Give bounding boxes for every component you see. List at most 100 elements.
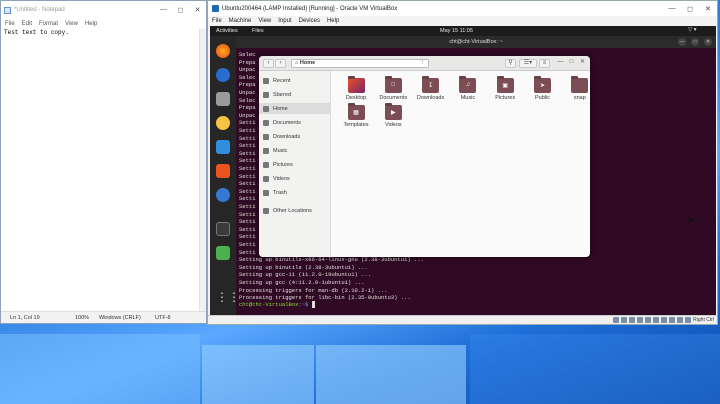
folder-templates[interactable]: ▦ Templates	[339, 103, 373, 128]
sidebar-item-home[interactable]: Home	[259, 103, 331, 114]
close-icon[interactable]: ✕	[699, 5, 717, 13]
notepad-window[interactable]: *Untitled - Notepad — ◻ ✕ File Edit Form…	[0, 0, 207, 324]
notepad-scrollbar[interactable]	[199, 29, 206, 311]
folder-music[interactable]: ♫ Music	[451, 76, 485, 101]
guest-screen[interactable]: Activities Files May 15 11:05 ▽ ▾ ⋮⋮⋮ ch…	[210, 26, 716, 315]
menu-edit[interactable]: Edit	[22, 21, 32, 27]
terminal-title-bar[interactable]: cht@cht-VirtualBox: ~ — □ ✕	[236, 36, 716, 48]
sidebar-item-pictures[interactable]: Pictures	[259, 159, 331, 170]
menu-machine[interactable]: Machine	[229, 18, 252, 24]
forward-button[interactable]: ›	[275, 59, 286, 68]
optical-icon[interactable]	[621, 317, 628, 323]
menu-devices[interactable]: Devices	[299, 18, 320, 24]
virtualbox-window[interactable]: Ubuntu200464 (LAMP Installed) [Running] …	[207, 0, 718, 325]
menu-help[interactable]: Help	[85, 21, 97, 27]
folder-downloads[interactable]: ↧ Downloads	[414, 76, 448, 101]
sidebar-item-label: Home	[273, 105, 288, 112]
activities-button[interactable]: Activities	[216, 28, 238, 34]
folder-videos[interactable]: ▶ Videos	[376, 103, 410, 128]
sidebar-item-label: Music	[273, 147, 288, 154]
mouse-integration-icon[interactable]	[685, 317, 692, 323]
menu-view[interactable]: View	[258, 18, 271, 24]
terminal-line: Setting up binutils-x86-64-linux-gnu (2.…	[239, 256, 424, 264]
folder-label: Public	[535, 95, 550, 101]
folder-public[interactable]: ➤ Public	[526, 76, 560, 101]
close-icon[interactable]: ✕	[704, 38, 712, 46]
hdd-icon[interactable]	[613, 317, 620, 323]
terminal-icon[interactable]	[216, 222, 230, 236]
minimize-icon[interactable]: —	[663, 5, 681, 13]
other-locations-icon	[263, 207, 269, 214]
path-bar[interactable]: ⌂ Home ⋮	[291, 59, 429, 68]
display-icon[interactable]	[661, 317, 668, 323]
menu-help[interactable]: Help	[327, 18, 339, 24]
minimize-icon[interactable]: —	[155, 6, 172, 14]
menu-icon[interactable]: ≡	[539, 59, 550, 68]
rhythmbox-icon[interactable]	[216, 116, 230, 130]
shared-folder-icon[interactable]	[653, 317, 660, 323]
menu-file[interactable]: File	[212, 18, 222, 24]
sidebar-item-starred[interactable]: Starred	[259, 89, 331, 100]
view-toggle-icon[interactable]: ☰▾	[519, 59, 537, 68]
terminal-line: Selec	[239, 73, 256, 81]
close-icon[interactable]: ✕	[577, 59, 588, 68]
thunderbird-icon[interactable]	[216, 68, 230, 82]
folder-documents[interactable]: □ Documents	[376, 76, 410, 101]
maximize-icon[interactable]: □	[566, 59, 577, 68]
audio-icon[interactable]	[629, 317, 636, 323]
clock[interactable]: May 15 11:05	[440, 28, 473, 34]
network-icon[interactable]	[637, 317, 644, 323]
search-icon[interactable]: ⚲	[505, 59, 516, 68]
sidebar-item-downloads[interactable]: Downloads	[259, 131, 331, 142]
folder-label: snap	[573, 95, 586, 101]
sidebar-item-recent[interactable]: Recent	[259, 75, 331, 86]
terminal-line: Selec	[239, 51, 256, 58]
path-label: Home	[299, 60, 316, 66]
minimize-icon[interactable]: —	[555, 59, 566, 68]
menu-format[interactable]: Format	[39, 21, 58, 27]
cursor-position: Ln 1, Col 19	[10, 315, 40, 321]
sidebar-item-videos[interactable]: Videos	[259, 173, 331, 184]
files-window[interactable]: ‹ › ⌂ Home ⋮ ⚲ ☰▾ ≡ — □ ✕ Recent Starred Ho…	[259, 56, 590, 257]
recording-icon[interactable]	[669, 317, 676, 323]
app-menu[interactable]: Files	[252, 28, 264, 34]
menu-file[interactable]: File	[5, 21, 15, 27]
folder-desktop[interactable]: Desktop	[339, 76, 373, 101]
sidebar-item-music[interactable]: Music	[259, 145, 331, 156]
firefox-icon[interactable]	[216, 44, 230, 58]
maximize-icon[interactable]: ◻	[681, 5, 699, 13]
minimize-icon[interactable]: —	[678, 38, 686, 46]
host-key-label: Right Ctrl	[693, 317, 714, 323]
software-icon[interactable]	[216, 164, 230, 178]
zoom-level: 100%	[75, 315, 90, 321]
sidebar-item-trash[interactable]: Trash	[259, 187, 331, 198]
virtualbox-title: Ubuntu200464 (LAMP Installed) [Running] …	[222, 5, 398, 12]
maximize-icon[interactable]: ◻	[172, 6, 189, 14]
menu-input[interactable]: Input	[278, 18, 291, 24]
show-apps-icon[interactable]: ⋮⋮⋮	[216, 290, 252, 304]
notepad-title-bar[interactable]: *Untitled - Notepad — ◻ ✕	[1, 1, 206, 19]
files-icon[interactable]	[216, 92, 230, 106]
sidebar-item-other-locations[interactable]: Other Locations	[259, 205, 331, 216]
notepad-text-area[interactable]: Test text to copy.	[4, 29, 69, 36]
terminal-line: Unpac	[239, 89, 256, 96]
sidebar-item-label: Documents	[273, 119, 301, 126]
folder-icon	[347, 76, 365, 93]
maximize-icon[interactable]: □	[691, 38, 699, 46]
folder-icon: ➤	[534, 76, 551, 93]
folder-icon: ↧	[422, 76, 440, 93]
terminal-prompt[interactable]: cht@cht-VirtualBox:~$	[239, 301, 315, 308]
writer-icon[interactable]	[216, 140, 230, 154]
system-menu-icon[interactable]: ▽ ▾	[688, 27, 697, 33]
menu-view[interactable]: View	[65, 21, 78, 27]
folder-pictures[interactable]: ▣ Pictures	[488, 76, 522, 101]
usb-icon[interactable]	[645, 317, 652, 323]
close-icon[interactable]: ✕	[189, 6, 206, 14]
virtualbox-title-bar[interactable]: Ubuntu200464 (LAMP Installed) [Running] …	[208, 1, 717, 16]
folder-snap[interactable]: snap	[563, 76, 590, 101]
cpu-icon[interactable]	[677, 317, 684, 323]
back-button[interactable]: ‹	[263, 59, 274, 68]
help-icon[interactable]	[216, 188, 230, 202]
sidebar-item-documents[interactable]: Documents	[259, 117, 331, 128]
trash-icon[interactable]	[216, 246, 230, 260]
